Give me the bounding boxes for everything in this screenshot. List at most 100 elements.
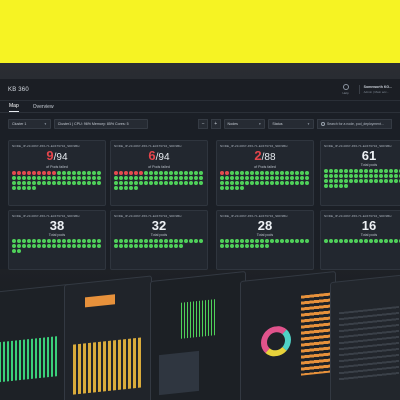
pod-ok-dot[interactable]: [265, 176, 269, 180]
search-input[interactable]: [326, 122, 388, 126]
pod-ok-dot[interactable]: [149, 171, 153, 175]
node-card[interactable]: NODE_IP-23-0067-456-71-E3479734_SDF9BH 61…: [320, 140, 400, 206]
pod-ok-dot[interactable]: [37, 176, 41, 180]
pod-ok-dot[interactable]: [394, 174, 398, 178]
pod-ok-dot[interactable]: [225, 244, 229, 248]
pod-ok-dot[interactable]: [225, 176, 229, 180]
pod-ok-dot[interactable]: [199, 171, 203, 175]
pod-ok-dot[interactable]: [339, 169, 343, 173]
pod-ok-dot[interactable]: [47, 176, 51, 180]
pod-failed-dot[interactable]: [119, 171, 123, 175]
pod-ok-dot[interactable]: [52, 181, 56, 185]
pod-ok-dot[interactable]: [220, 244, 224, 248]
pod-ok-dot[interactable]: [164, 181, 168, 185]
pod-ok-dot[interactable]: [260, 181, 264, 185]
pod-ok-dot[interactable]: [290, 176, 294, 180]
pod-ok-dot[interactable]: [230, 181, 234, 185]
pod-ok-dot[interactable]: [339, 179, 343, 183]
pod-ok-dot[interactable]: [364, 239, 368, 243]
pod-ok-dot[interactable]: [124, 186, 128, 190]
pod-ok-dot[interactable]: [174, 176, 178, 180]
pod-ok-dot[interactable]: [114, 244, 118, 248]
pod-ok-dot[interactable]: [364, 169, 368, 173]
pod-failed-dot[interactable]: [220, 171, 224, 175]
pod-ok-dot[interactable]: [245, 176, 249, 180]
pod-ok-dot[interactable]: [174, 239, 178, 243]
pod-ok-dot[interactable]: [245, 171, 249, 175]
pod-ok-dot[interactable]: [374, 239, 378, 243]
pod-ok-dot[interactable]: [174, 244, 178, 248]
pod-ok-dot[interactable]: [354, 179, 358, 183]
pod-ok-dot[interactable]: [344, 174, 348, 178]
pod-ok-dot[interactable]: [12, 181, 16, 185]
pod-ok-dot[interactable]: [240, 176, 244, 180]
pod-ok-dot[interactable]: [240, 239, 244, 243]
pod-ok-dot[interactable]: [97, 181, 101, 185]
pod-ok-dot[interactable]: [235, 176, 239, 180]
pod-ok-dot[interactable]: [280, 171, 284, 175]
pod-ok-dot[interactable]: [17, 181, 21, 185]
pod-ok-dot[interactable]: [169, 171, 173, 175]
pod-ok-dot[interactable]: [255, 244, 259, 248]
pod-ok-dot[interactable]: [184, 239, 188, 243]
pod-ok-dot[interactable]: [154, 176, 158, 180]
pod-ok-dot[interactable]: [270, 239, 274, 243]
pod-ok-dot[interactable]: [290, 171, 294, 175]
pod-ok-dot[interactable]: [57, 176, 61, 180]
pod-ok-dot[interactable]: [22, 176, 26, 180]
pod-ok-dot[interactable]: [129, 186, 133, 190]
pod-ok-dot[interactable]: [290, 239, 294, 243]
pod-ok-dot[interactable]: [42, 176, 46, 180]
pod-ok-dot[interactable]: [62, 244, 66, 248]
pod-ok-dot[interactable]: [334, 184, 338, 188]
pod-ok-dot[interactable]: [42, 244, 46, 248]
pod-ok-dot[interactable]: [255, 176, 259, 180]
tab-overview[interactable]: Overview: [33, 104, 54, 112]
pod-ok-dot[interactable]: [379, 179, 383, 183]
pod-ok-dot[interactable]: [189, 171, 193, 175]
pod-ok-dot[interactable]: [230, 176, 234, 180]
pod-ok-dot[interactable]: [124, 176, 128, 180]
pod-ok-dot[interactable]: [169, 181, 173, 185]
pod-ok-dot[interactable]: [359, 179, 363, 183]
pod-failed-dot[interactable]: [129, 171, 133, 175]
pod-ok-dot[interactable]: [235, 239, 239, 243]
pod-ok-dot[interactable]: [129, 239, 133, 243]
pod-ok-dot[interactable]: [164, 171, 168, 175]
pod-ok-dot[interactable]: [329, 239, 333, 243]
pod-ok-dot[interactable]: [169, 176, 173, 180]
pod-failed-dot[interactable]: [42, 171, 46, 175]
pod-failed-dot[interactable]: [134, 171, 138, 175]
pod-ok-dot[interactable]: [245, 239, 249, 243]
pod-ok-dot[interactable]: [354, 169, 358, 173]
pod-ok-dot[interactable]: [199, 176, 203, 180]
pod-ok-dot[interactable]: [139, 244, 143, 248]
pod-ok-dot[interactable]: [72, 181, 76, 185]
pod-ok-dot[interactable]: [220, 186, 224, 190]
pod-ok-dot[interactable]: [359, 239, 363, 243]
pod-ok-dot[interactable]: [114, 239, 118, 243]
pod-ok-dot[interactable]: [285, 239, 289, 243]
pod-ok-dot[interactable]: [379, 174, 383, 178]
pod-ok-dot[interactable]: [324, 184, 328, 188]
pod-ok-dot[interactable]: [42, 181, 46, 185]
pod-ok-dot[interactable]: [37, 181, 41, 185]
pod-ok-dot[interactable]: [285, 176, 289, 180]
pod-ok-dot[interactable]: [285, 171, 289, 175]
pod-ok-dot[interactable]: [384, 239, 388, 243]
pod-ok-dot[interactable]: [339, 239, 343, 243]
pod-ok-dot[interactable]: [12, 239, 16, 243]
pod-ok-dot[interactable]: [119, 186, 123, 190]
pod-ok-dot[interactable]: [57, 171, 61, 175]
pod-ok-dot[interactable]: [260, 244, 264, 248]
pod-ok-dot[interactable]: [199, 181, 203, 185]
pod-ok-dot[interactable]: [275, 239, 279, 243]
pod-ok-dot[interactable]: [82, 239, 86, 243]
pod-ok-dot[interactable]: [129, 244, 133, 248]
pod-ok-dot[interactable]: [220, 181, 224, 185]
pod-ok-dot[interactable]: [32, 186, 36, 190]
pod-ok-dot[interactable]: [300, 171, 304, 175]
pod-ok-dot[interactable]: [134, 186, 138, 190]
pod-ok-dot[interactable]: [379, 169, 383, 173]
pod-ok-dot[interactable]: [295, 171, 299, 175]
